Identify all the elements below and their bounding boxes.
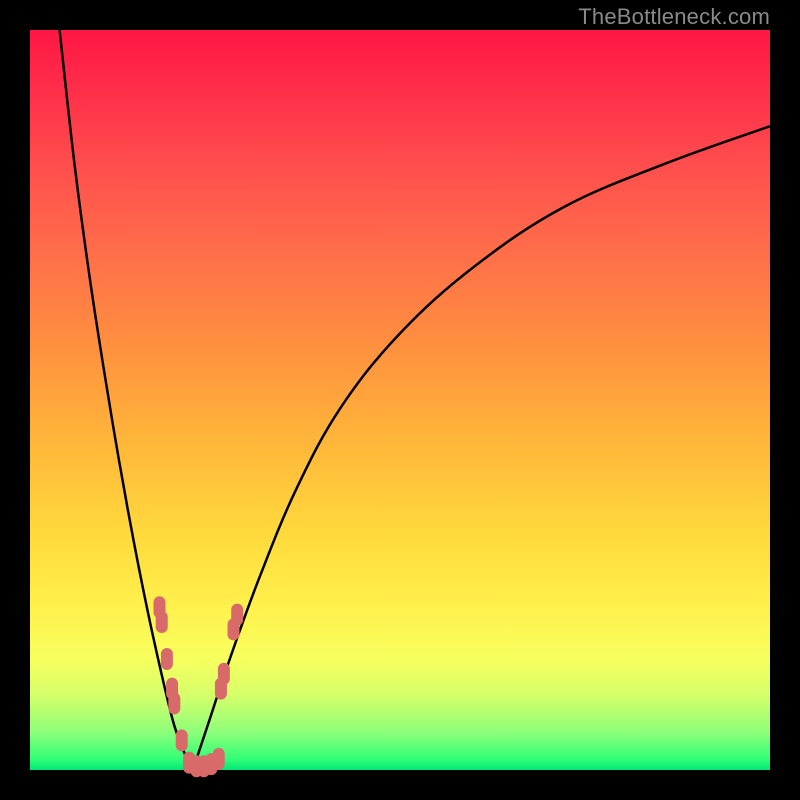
data-marker xyxy=(161,648,173,670)
right-branch-curve xyxy=(193,126,770,770)
chart-svg xyxy=(30,30,770,770)
chart-frame: TheBottleneck.com xyxy=(0,0,800,800)
plot-area xyxy=(30,30,770,770)
data-marker xyxy=(168,692,180,714)
watermark-text: TheBottleneck.com xyxy=(578,4,770,30)
data-marker xyxy=(218,663,230,685)
data-marker xyxy=(156,611,168,633)
data-marker xyxy=(176,729,188,751)
data-marker xyxy=(231,604,243,626)
data-marker xyxy=(213,748,225,770)
